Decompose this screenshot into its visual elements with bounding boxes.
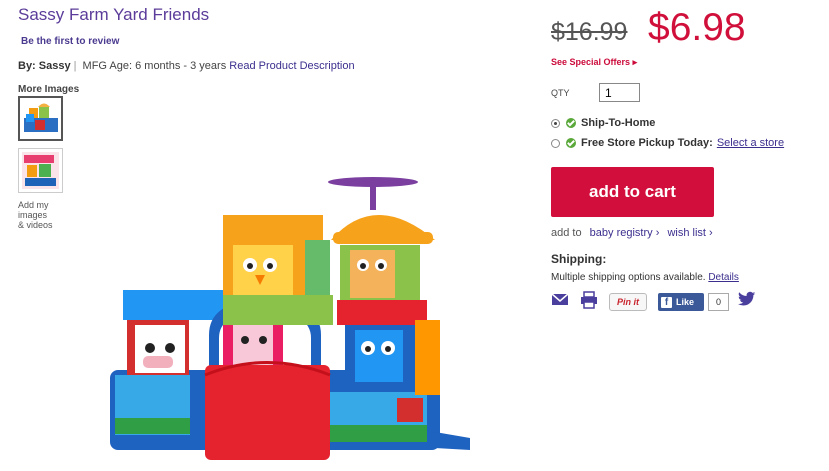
special-offers-link[interactable]: See Special Offers ▸ xyxy=(551,57,637,68)
sale-price: $6.98 xyxy=(648,6,746,49)
add-images-link[interactable]: Add my images & videos xyxy=(18,200,53,230)
wish-list-label: wish list xyxy=(667,227,706,239)
checkmark-icon xyxy=(566,138,576,148)
review-link[interactable]: Be the first to review xyxy=(21,36,119,47)
special-offers-label: See Special Offers xyxy=(551,57,631,67)
radio-ship-to-home[interactable] xyxy=(551,118,560,128)
like-label: Like xyxy=(676,297,695,307)
caret-right-icon: ▸ xyxy=(632,57,638,67)
store-pickup-label: Free Store Pickup Today: xyxy=(581,137,713,149)
mfg-age: MFG Age: 6 months - 3 years xyxy=(82,60,227,72)
select-store-link[interactable]: Select a store xyxy=(717,137,784,149)
baby-registry-label: baby registry xyxy=(589,227,653,239)
option-store-pickup[interactable]: Free Store Pickup Today: Select a store xyxy=(551,137,784,149)
chevron-right-icon: › xyxy=(709,227,713,239)
baby-registry-link[interactable]: baby registry › xyxy=(590,227,660,239)
add-images-line-1: Add my xyxy=(18,200,49,210)
box-thumbnail-image xyxy=(22,152,59,189)
shipping-info: Multiple shipping options available. Det… xyxy=(551,272,739,283)
add-to-links: add to baby registry › wish list › xyxy=(551,227,713,239)
toy-thumbnail-image xyxy=(24,103,58,132)
print-icon[interactable] xyxy=(580,291,598,309)
product-byline: By: Sassy | MFG Age: 6 months - 3 years R… xyxy=(18,60,355,72)
shipping-details-link[interactable]: Details xyxy=(708,272,739,283)
brand-name: Sassy xyxy=(38,60,71,72)
thumbnail-1[interactable] xyxy=(18,96,63,141)
chevron-right-icon: › xyxy=(655,227,660,239)
by-label: By: xyxy=(18,60,36,72)
product-title: Sassy Farm Yard Friends xyxy=(18,5,210,24)
option-ship-to-home[interactable]: Ship-To-Home xyxy=(551,117,655,129)
like-count: 0 xyxy=(708,293,729,311)
email-icon[interactable] xyxy=(551,291,569,307)
add-to-label: add to xyxy=(551,227,582,239)
original-price: $16.99 xyxy=(551,18,628,46)
qty-label: QTY xyxy=(551,88,570,98)
add-to-cart-button[interactable]: add to cart xyxy=(551,167,714,217)
shipping-text: Multiple shipping options available. xyxy=(551,272,706,283)
checkmark-icon xyxy=(566,118,576,128)
facebook-like-button[interactable]: f Like xyxy=(658,293,704,311)
facebook-icon: f xyxy=(661,296,672,308)
ship-to-home-label: Ship-To-Home xyxy=(581,117,656,129)
thumbnail-2[interactable] xyxy=(18,148,63,193)
more-images-label: More Images xyxy=(18,84,80,95)
add-images-line-3: & videos xyxy=(18,220,53,230)
pin-it-button[interactable]: Pin it xyxy=(609,293,647,311)
add-images-line-2: images xyxy=(18,210,48,220)
shipping-heading: Shipping: xyxy=(551,252,607,266)
twitter-icon[interactable] xyxy=(738,291,756,307)
wish-list-link[interactable]: wish list › xyxy=(667,227,712,239)
read-description-link[interactable]: Read Product Description xyxy=(229,60,354,72)
quantity-input[interactable] xyxy=(599,83,640,102)
product-main-image xyxy=(110,177,470,460)
byline-separator: | xyxy=(73,60,77,72)
radio-store-pickup[interactable] xyxy=(551,138,560,148)
